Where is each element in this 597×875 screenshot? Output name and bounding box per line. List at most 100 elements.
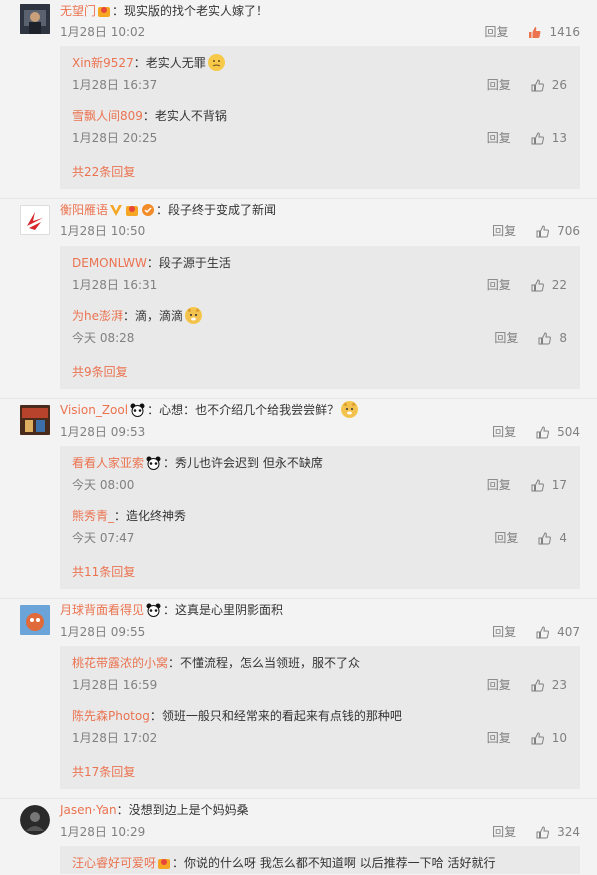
reply-date: 1月28日 17:02 [72,731,158,745]
panda-badge-icon [146,603,161,617]
reply-button[interactable]: 回复 [487,77,511,93]
avatar[interactable] [20,205,50,235]
reply-username[interactable]: 雪飘人间809 [72,109,143,123]
reply-username[interactable]: 为he澎湃 [72,309,123,323]
thumbs-up-icon[interactable] [538,331,552,345]
thumbs-up-icon[interactable] [531,678,544,692]
more-replies-link[interactable]: 共22条回复 [72,164,135,180]
reply-text: ：滴，滴滴 [123,309,184,323]
member-badge-icon [125,203,139,217]
reply-button[interactable]: 回复 [494,530,518,546]
like-count: 4 [559,531,567,545]
comment-line: Jasen·Yan：没想到边上是个妈妈桑 [60,801,249,819]
reply-text: ：造化终神秀 [114,509,187,523]
like-count: 23 [551,678,567,692]
comment-text: ：这真是心里阴影面积 [163,603,284,617]
comment-line: Vision_Zool ：心想：也不介绍几个给我尝尝鲜？ [60,401,360,419]
like-count: 22 [551,278,567,292]
reply-date: 1月28日 16:31 [72,278,158,292]
comment-line: 无望门 ：现实版的找个老实人嫁了！ [60,2,268,20]
reply-button[interactable]: 回复 [487,677,511,693]
reply-line: 为he澎湃：滴，滴滴 [72,307,204,325]
reply-block: 看看人家亚索 ：秀儿也许会迟到 但永不缺席 今天 08:00 回复 17 熊秀青_… [60,446,580,589]
comment-text: ：现实版的找个老实人嫁了！ [112,4,269,18]
divider [0,798,597,799]
reply-button[interactable]: 回复 [484,24,508,40]
more-replies-link[interactable]: 共17条回复 [72,764,135,780]
reply-button[interactable]: 回复 [492,223,516,239]
reply-line: 看看人家亚索 ：秀儿也许会迟到 但永不缺席 [72,454,323,472]
comment-actions: 回复 407 [492,624,580,640]
reply-date: 今天 08:28 [72,331,135,345]
avatar[interactable] [20,405,50,435]
divider [0,398,597,399]
reply-button[interactable]: 回复 [487,477,511,493]
avatar[interactable] [20,805,50,835]
comment-line: 衡阳雁语 ：段子终于变成了新闻 [60,201,276,219]
comment-date: 1月28日 09:55 [60,625,146,639]
reply-text: ：你说的什么呀 我怎么都不知道啊 以后推荐一下哈 活好就行 [172,856,496,870]
reply-line: 陈先森Photog：领班一般只和经常来的看起来有点钱的那种吧 [72,707,402,725]
comment-username[interactable]: Jasen·Yan [60,803,117,817]
reply-button[interactable]: 回复 [487,730,511,746]
reply-button[interactable]: 回复 [492,824,516,840]
like-count: 706 [557,224,580,238]
thumbs-up-icon[interactable] [531,278,544,292]
thumbs-up-icon[interactable] [531,78,544,92]
reply-button[interactable]: 回复 [494,330,518,346]
comment-username[interactable]: Vision_Zool [60,403,128,417]
thumbs-up-icon[interactable] [528,26,541,39]
comment-text: ：没想到边上是个妈妈桑 [116,803,249,817]
thumbs-up-icon[interactable] [536,625,550,639]
reply-username[interactable]: DEMONLWW [72,256,147,270]
reply-line: 桃花带露浓的小窝：不懂流程，怎么当领班，服不了众 [72,654,360,672]
reply-button[interactable]: 回复 [492,624,516,640]
divider [0,598,597,599]
thumbs-up-icon[interactable] [531,478,544,492]
reply-date: 1月28日 16:37 [72,78,158,92]
reply-date: 1月28日 20:25 [72,131,158,145]
reply-actions: 回复 22 [487,277,567,293]
thumbs-up-icon[interactable] [531,731,544,745]
divider [0,198,597,199]
reply-button[interactable]: 回复 [492,424,516,440]
comment-date: 1月28日 10:50 [60,224,146,238]
reply-username[interactable]: 桃花带露浓的小窝 [72,656,168,670]
reply-button[interactable]: 回复 [487,130,511,146]
reply-line: DEMONLWW：段子源于生活 [72,254,231,272]
reply-username[interactable]: 汪心睿好可爱呀 [72,856,156,870]
reply-username[interactable]: 熊秀青_ [72,509,114,523]
reply-line: 汪心睿好可爱呀 ：你说的什么呀 我怎么都不知道啊 以后推荐一下哈 活好就行 [72,854,495,872]
reply-username[interactable]: 看看人家亚索 [72,456,144,470]
thumbs-up-icon[interactable] [538,531,552,545]
comment-username[interactable]: 衡阳雁语 [60,203,108,217]
reply-actions: 回复 8 [494,330,567,346]
comment-actions: 回复 1416 [484,24,580,40]
reply-username[interactable]: Xin新9527 [72,56,134,70]
more-replies-link[interactable]: 共9条回复 [72,364,128,380]
thumbs-up-icon[interactable] [536,825,550,839]
reply-date: 今天 07:47 [72,531,135,545]
comment-line: 月球背面看得见 ：这真是心里阴影面积 [60,601,283,619]
reply-line: Xin新9527：老实人无罪 [72,54,227,72]
avatar[interactable] [20,605,50,635]
reply-button[interactable]: 回复 [487,277,511,293]
panda-badge-icon [130,403,145,417]
reply-block: DEMONLWW：段子源于生活 1月28日 16:31 回复 22 为he澎湃：… [60,246,580,389]
thumbs-up-icon[interactable] [536,425,550,439]
reply-username[interactable]: 陈先森Photog [72,709,150,723]
comment-actions: 回复 324 [492,824,580,840]
like-count: 504 [557,425,580,439]
comment-username[interactable]: 无望门 [60,4,96,18]
reply-actions: 回复 13 [487,130,567,146]
like-count: 17 [551,478,567,492]
comment-username[interactable]: 月球背面看得见 [60,603,144,617]
comment-date: 1月28日 10:29 [60,825,146,839]
avatar[interactable] [20,4,50,34]
reply-actions: 回复 4 [494,530,567,546]
thumbs-up-icon[interactable] [536,224,550,238]
reply-text: ：领班一般只和经常来的看起来有点钱的那种吧 [149,709,402,723]
more-replies-link[interactable]: 共11条回复 [72,564,135,580]
thumbs-up-icon[interactable] [531,131,544,145]
member-badge-icon [97,4,111,18]
